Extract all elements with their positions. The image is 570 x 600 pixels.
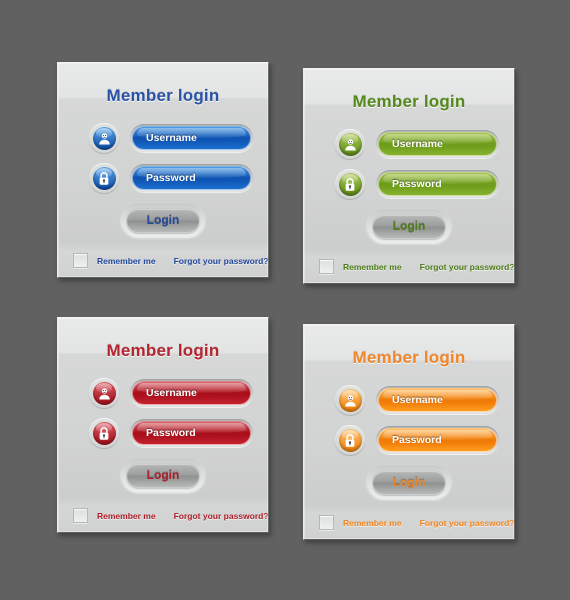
username-input[interactable]: Username: [378, 132, 497, 156]
username-row: Username: [58, 376, 268, 410]
password-label: Password: [392, 434, 442, 446]
login-button-halo: Login: [121, 458, 205, 492]
login-button-label: Login: [146, 213, 180, 227]
lock-icon-badge: [89, 163, 119, 193]
remember-me-checkbox[interactable]: [73, 508, 88, 523]
lock-icon-badge: [89, 418, 119, 448]
user-icon: [338, 132, 362, 156]
remember-me-checkbox[interactable]: [319, 259, 334, 274]
password-input[interactable]: Password: [132, 166, 251, 190]
forgot-password-link[interactable]: Forgot your password?: [174, 256, 269, 266]
user-icon-badge: [335, 385, 365, 415]
lock-icon-badge: [335, 425, 365, 455]
remember-me-label[interactable]: Remember me: [343, 518, 402, 528]
login-button-label: Login: [392, 219, 426, 233]
login-button[interactable]: Login: [372, 469, 446, 495]
login-button-label: Login: [146, 468, 180, 482]
login-button-area: Login: [58, 203, 268, 237]
member-login-panel-blue: Member login Username Password Login Rem…: [57, 62, 269, 278]
username-label: Username: [392, 138, 443, 150]
password-input[interactable]: Password: [132, 421, 251, 445]
remember-me-label[interactable]: Remember me: [343, 262, 402, 272]
username-row: Username: [58, 121, 268, 155]
username-label: Username: [146, 132, 197, 144]
password-input[interactable]: Password: [378, 428, 497, 452]
username-field-slot[interactable]: Username: [130, 124, 253, 152]
page-title: Member login: [352, 348, 466, 367]
login-button[interactable]: Login: [372, 213, 446, 239]
username-field-slot[interactable]: Username: [130, 379, 253, 407]
username-field-slot[interactable]: Username: [376, 130, 499, 158]
password-field-slot[interactable]: Password: [130, 419, 253, 447]
username-input[interactable]: Username: [132, 126, 251, 150]
username-input[interactable]: Username: [378, 388, 497, 412]
remember-me-checkbox[interactable]: [73, 253, 88, 268]
credential-rows: Username Password: [58, 121, 268, 195]
credential-rows: Username Password: [58, 376, 268, 450]
login-button[interactable]: Login: [126, 462, 200, 488]
login-footer: Remember me Forgot your password?: [304, 259, 515, 274]
lock-icon-badge: [335, 169, 365, 199]
remember-me-label[interactable]: Remember me: [97, 256, 156, 266]
password-label: Password: [146, 427, 196, 439]
lock-icon: [338, 428, 362, 452]
forgot-password-link[interactable]: Forgot your password?: [420, 518, 515, 528]
password-field-slot[interactable]: Password: [376, 426, 499, 454]
password-label: Password: [146, 172, 196, 184]
forgot-password-link[interactable]: Forgot your password?: [174, 511, 269, 521]
lock-icon: [92, 421, 116, 445]
login-button[interactable]: Login: [126, 207, 200, 233]
login-button-halo: Login: [121, 203, 205, 237]
remember-me-checkbox[interactable]: [319, 515, 334, 530]
forgot-password-link[interactable]: Forgot your password?: [420, 262, 515, 272]
page-title: Member login: [106, 86, 220, 105]
username-input[interactable]: Username: [132, 381, 251, 405]
password-field-slot[interactable]: Password: [130, 164, 253, 192]
login-footer: Remember me Forgot your password?: [58, 508, 269, 523]
password-label: Password: [392, 178, 442, 190]
lock-icon: [92, 166, 116, 190]
password-row: Password: [304, 423, 514, 457]
login-button-area: Login: [304, 209, 514, 243]
username-label: Username: [146, 387, 197, 399]
password-row: Password: [58, 416, 268, 450]
login-form-variants-grid: Member login Username Password Login Rem…: [0, 0, 570, 600]
login-button-halo: Login: [367, 209, 451, 243]
page-title: Member login: [352, 92, 466, 111]
login-button-area: Login: [304, 465, 514, 499]
credential-rows: Username Password: [304, 383, 514, 457]
page-title: Member login: [106, 341, 220, 360]
login-button-label: Login: [392, 475, 426, 489]
member-login-panel-orange: Member login Username Password Login Rem…: [303, 324, 515, 540]
username-row: Username: [304, 383, 514, 417]
password-row: Password: [304, 167, 514, 201]
user-icon-badge: [89, 378, 119, 408]
login-footer: Remember me Forgot your password?: [304, 515, 515, 530]
password-row: Password: [58, 161, 268, 195]
remember-me-label[interactable]: Remember me: [97, 511, 156, 521]
login-button-halo: Login: [367, 465, 451, 499]
username-label: Username: [392, 394, 443, 406]
username-row: Username: [304, 127, 514, 161]
member-login-panel-green: Member login Username Password Login Rem…: [303, 68, 515, 284]
lock-icon: [338, 172, 362, 196]
password-input[interactable]: Password: [378, 172, 497, 196]
user-icon: [92, 126, 116, 150]
credential-rows: Username Password: [304, 127, 514, 201]
password-field-slot[interactable]: Password: [376, 170, 499, 198]
login-footer: Remember me Forgot your password?: [58, 253, 269, 268]
user-icon: [92, 381, 116, 405]
user-icon-badge: [89, 123, 119, 153]
user-icon: [338, 388, 362, 412]
login-button-area: Login: [58, 458, 268, 492]
user-icon-badge: [335, 129, 365, 159]
username-field-slot[interactable]: Username: [376, 386, 499, 414]
member-login-panel-red: Member login Username Password Login Rem…: [57, 317, 269, 533]
